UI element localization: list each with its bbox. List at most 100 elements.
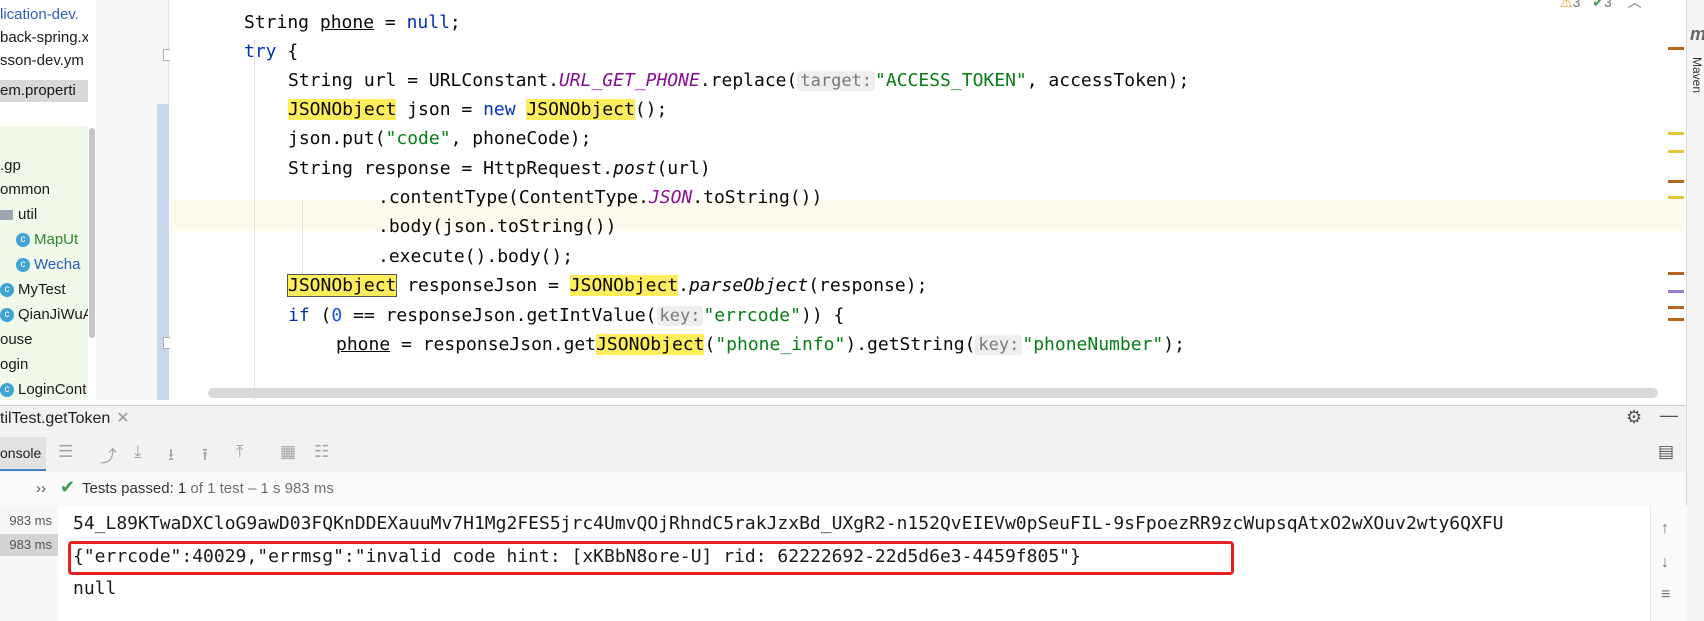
run-toolbar: [0, 434, 1686, 473]
code-line-55: String url = URLConstant.URL_GET_PHONE.r…: [288, 70, 1190, 91]
class-icon: c: [0, 383, 14, 398]
code-line-58: String response = HttpRequest.post(url): [288, 158, 711, 179]
console-side-toolbar: ↑ ↓ ≡: [1650, 506, 1687, 621]
check-icon: ✔: [60, 477, 76, 497]
code-line-63: if (0 == responseJson.getIntValue(key: "e…: [288, 305, 845, 326]
tree-item-class[interactable]: c MapUt: [16, 230, 78, 250]
tree-item-selected[interactable]: em.properti: [0, 80, 88, 102]
tree-item-class[interactable]: c MyTest: [0, 280, 66, 300]
maven-label[interactable]: Maven: [1690, 57, 1704, 93]
tree-item-label: QianJiWuA: [18, 306, 88, 323]
expand-icon[interactable]: ››: [36, 480, 46, 497]
scroll-down-icon[interactable]: ↓: [1661, 554, 1669, 572]
tree-item-label: LoginCont: [18, 381, 87, 398]
tree-item[interactable]: ommon: [0, 180, 50, 200]
filter-icon[interactable]: ⤒: [236, 442, 244, 462]
code-line-57: json.put("code", phoneCode);: [288, 128, 592, 149]
code-line-62: JSONObject responseJson = JSONObject.par…: [286, 274, 928, 297]
warning-icon: ⚠: [1560, 0, 1573, 10]
settings-toggle-icon[interactable]: ☷: [314, 442, 329, 462]
test-results-list: 983 ms 983 ms: [0, 506, 59, 621]
tree-item-folder[interactable]: util: [0, 205, 37, 225]
vcs-change-marker[interactable]: [157, 104, 169, 400]
close-icon[interactable]: ✕: [116, 410, 129, 427]
code-editor[interactable]: String phone = null; try { String url = …: [170, 0, 1684, 400]
soft-wrap-icon[interactable]: ≡: [1661, 586, 1670, 604]
check-count: 3: [1603, 0, 1612, 10]
tree-item[interactable]: .gp: [0, 156, 21, 176]
arrow-down-icon[interactable]: ⭳: [168, 442, 174, 471]
arrow-up-icon[interactable]: ⭱: [202, 442, 208, 471]
tree-item-class[interactable]: c Wecha: [16, 255, 80, 275]
tree-item[interactable]: sson-dev.ym: [0, 51, 84, 71]
warning-count: 3: [1572, 0, 1581, 10]
tree-scrollbar[interactable]: [89, 128, 95, 338]
gear-icon[interactable]: ⚙: [1626, 407, 1642, 428]
tree-item-label: sson-dev.ym: [0, 52, 84, 69]
indent-guide: [254, 40, 255, 400]
code-line-61: .execute().body();: [378, 246, 574, 267]
stripe-marker[interactable]: [1668, 272, 1684, 275]
tree-item-label: em.properti: [0, 82, 76, 99]
run-tool-window-header: [0, 405, 1686, 434]
stripe-marker[interactable]: [1668, 47, 1684, 50]
stripe-marker[interactable]: [1668, 180, 1684, 183]
code-line-59: .contentType(ContentType.JSON.toString()…: [378, 187, 823, 208]
tree-item[interactable]: lication-dev.: [0, 5, 79, 25]
class-icon: c: [16, 233, 30, 248]
stripe-marker[interactable]: [1668, 150, 1684, 153]
check-icon: ✔: [1592, 0, 1604, 10]
test-status-bar: ›› ✔ Tests passed: 1 of 1 test – 1 s 983…: [0, 472, 1686, 506]
code-line-64: phone = responseJson.getJSONObject("phon…: [336, 334, 1185, 355]
tree-item-label: .gp: [0, 157, 21, 174]
param-hint: target:: [797, 71, 876, 91]
class-icon: c: [0, 308, 14, 323]
test-duration[interactable]: 983 ms: [0, 510, 58, 532]
maven-side-panel[interactable]: m Maven: [1686, 0, 1704, 621]
tree-item-class[interactable]: c QianJiWuA: [0, 305, 88, 325]
rerun-icon[interactable]: ⤴: [100, 442, 117, 467]
tree-item-label: ouse: [0, 331, 33, 348]
tree-item-label: ogin: [0, 356, 29, 373]
folder-icon: [0, 210, 13, 221]
tree-item-label: back-spring.x: [0, 29, 88, 46]
param-hint: key:: [975, 335, 1023, 355]
code-line-60: .body(json.toString()): [378, 216, 617, 237]
tree-item-label: util: [18, 206, 38, 223]
stripe-marker[interactable]: [1668, 132, 1684, 135]
tree-item-label: MapUt: [34, 231, 79, 248]
console-line: null: [73, 578, 117, 599]
layout-icon[interactable]: ▤: [1658, 442, 1674, 462]
code-line-56: JSONObject json = new JSONObject();: [288, 99, 668, 120]
tree-item[interactable]: ogin: [0, 355, 28, 375]
stripe-marker[interactable]: [1668, 318, 1684, 321]
table-icon[interactable]: ▦: [280, 442, 296, 462]
console-tab-label: onsole: [0, 445, 42, 461]
tree-item-class[interactable]: c LoginCont: [0, 380, 86, 400]
tree-item-label: ommon: [0, 181, 51, 198]
chevron-up-icon[interactable]: ︿: [1628, 0, 1642, 10]
maven-icon: m: [1690, 24, 1704, 45]
inspection-status[interactable]: ⚠3 ✔3 ︿ ﹀: [1560, 0, 1666, 12]
tree-item[interactable]: ouse: [0, 330, 33, 350]
editor-horizontal-scrollbar[interactable]: [208, 388, 1658, 398]
stripe-marker[interactable]: [1668, 306, 1684, 309]
class-icon: c: [16, 258, 30, 273]
run-tab-title: tilTest.getToken: [0, 410, 111, 427]
arrow-down-icon[interactable]: ⤓: [134, 442, 142, 462]
stripe-marker[interactable]: [1668, 196, 1684, 199]
tab-console[interactable]: onsole: [0, 437, 46, 471]
code-line-54: try {: [244, 41, 299, 62]
stripe-marker[interactable]: [1668, 290, 1684, 293]
annotation-highlight-box: [68, 541, 1234, 575]
tree-item-label: Wecha: [34, 256, 81, 273]
code-line-53: String phone = null;: [244, 12, 461, 33]
run-configuration-tab[interactable]: tilTest.getToken ✕: [0, 408, 130, 428]
test-duration-selected[interactable]: 983 ms: [0, 534, 58, 556]
tree-item-label: lication-dev.: [0, 6, 79, 23]
menu-icon[interactable]: ☰: [58, 442, 73, 462]
scroll-up-icon[interactable]: ↑: [1661, 520, 1669, 538]
minimize-icon[interactable]: —: [1660, 405, 1678, 426]
error-stripe[interactable]: [1664, 0, 1684, 400]
tree-item[interactable]: back-spring.x: [0, 28, 88, 48]
